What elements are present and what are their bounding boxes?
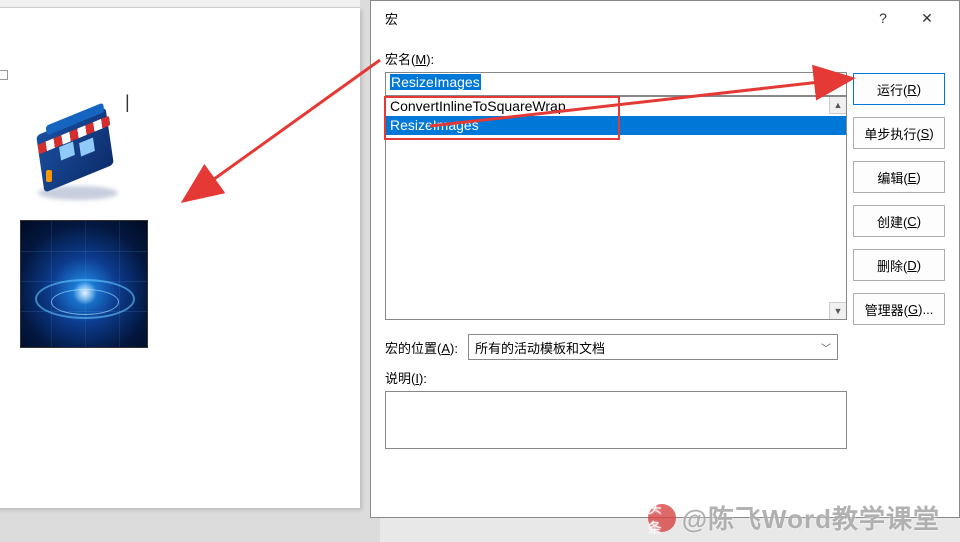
macro-dialog: 宏 ? ✕ 宏名(M): ResizeImages ConvertInlineT… (370, 0, 960, 518)
watermark-logo: 头条 (648, 504, 676, 532)
description-label: 说明(I): (385, 368, 945, 387)
step-into-button[interactable]: 单步执行(S) (853, 117, 945, 149)
delete-button[interactable]: 删除(D) (853, 249, 945, 281)
create-button[interactable]: 创建(C) (853, 205, 945, 237)
ruler (0, 0, 360, 8)
inline-image-store[interactable] (20, 100, 130, 200)
dialog-titlebar: 宏 ? ✕ (371, 1, 959, 35)
watermark-text: @陈飞Word教学课堂 (682, 499, 940, 536)
button-column: 运行(R) 单步执行(S) 编辑(E) 创建(C) 删除(D) 管理器(G)..… (853, 73, 945, 325)
run-button[interactable]: 运行(R) (853, 73, 945, 105)
organizer-button[interactable]: 管理器(G)... (853, 293, 945, 325)
inline-image-tech[interactable] (20, 220, 148, 348)
edit-button[interactable]: 编辑(E) (853, 161, 945, 193)
watermark: 头条 @陈飞Word教学课堂 (648, 499, 940, 536)
close-button[interactable]: ✕ (905, 3, 949, 33)
paragraph-marker (0, 70, 8, 80)
list-item[interactable]: ResizeImages (386, 116, 846, 135)
word-page[interactable]: | (0, 8, 360, 508)
help-button[interactable]: ? (861, 3, 905, 33)
macro-list[interactable]: ConvertInlineToSquareWrap ResizeImages ▲… (385, 96, 847, 320)
list-item[interactable]: ConvertInlineToSquareWrap (386, 97, 846, 116)
macro-location-select[interactable]: 所有的活动模板和文档 ﹀ (468, 334, 838, 360)
description-box[interactable] (385, 391, 847, 449)
scroll-up-icon[interactable]: ▲ (829, 97, 846, 114)
macro-name-input[interactable]: ResizeImages (385, 72, 847, 96)
dialog-title: 宏 (381, 9, 861, 28)
macro-location-label: 宏的位置(A): (385, 338, 458, 357)
macro-location-value: 所有的活动模板和文档 (475, 338, 605, 357)
macro-name-label: 宏名(M): (385, 49, 945, 68)
document-background: | (0, 0, 380, 542)
scroll-down-icon[interactable]: ▼ (829, 302, 846, 319)
chevron-down-icon: ﹀ (821, 340, 831, 355)
